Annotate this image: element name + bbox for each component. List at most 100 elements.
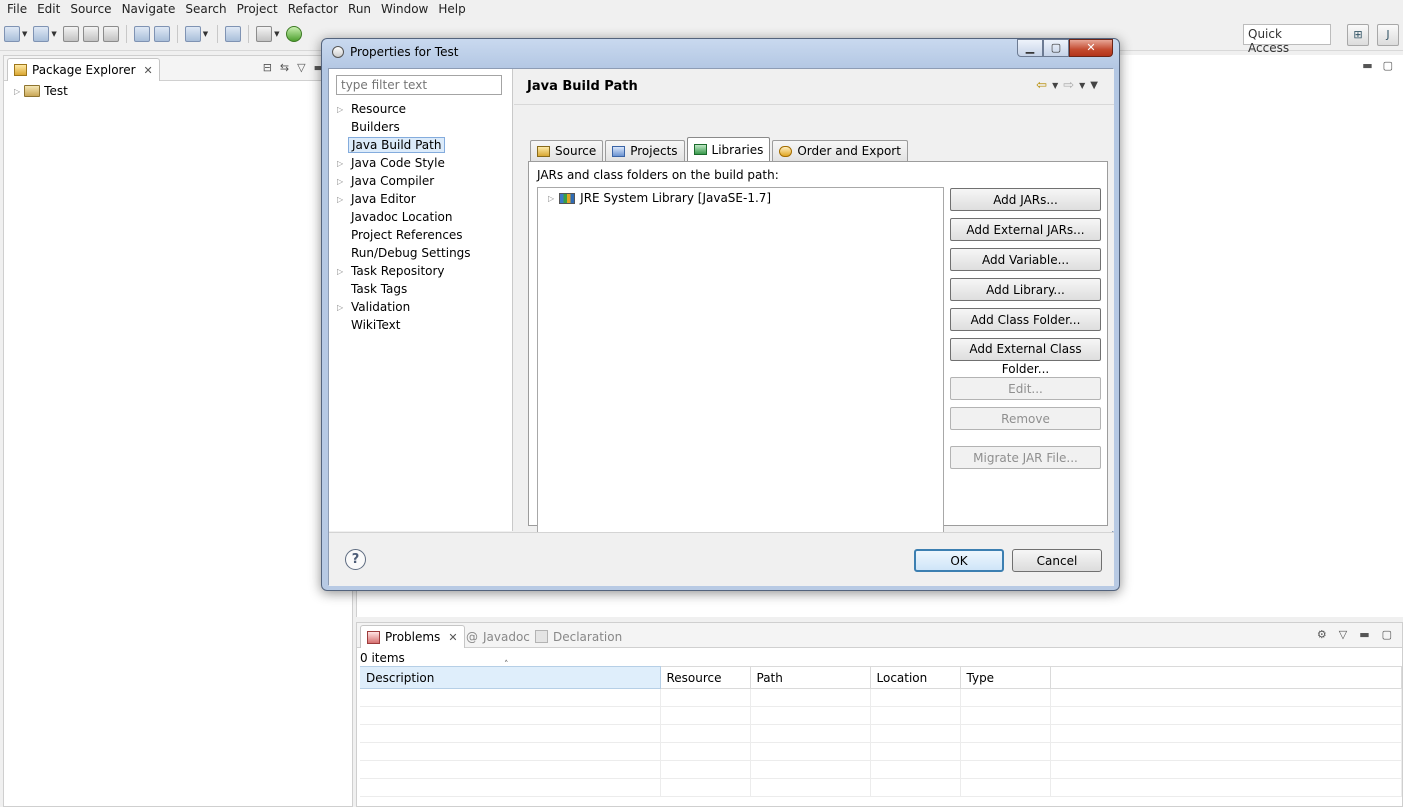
menu-help[interactable]: Help bbox=[433, 2, 470, 16]
menu-file[interactable]: File bbox=[2, 2, 32, 16]
menu-refactor[interactable]: Refactor bbox=[283, 2, 343, 16]
category-item-java-build-path[interactable]: Java Build Path bbox=[337, 136, 471, 154]
expand-icon[interactable]: ▷ bbox=[14, 87, 20, 96]
chevron-down-icon[interactable]: ▽ bbox=[297, 61, 305, 74]
menu-source[interactable]: Source bbox=[65, 2, 116, 16]
expand-icon[interactable]: ▷ bbox=[337, 195, 351, 204]
task-check-icon[interactable] bbox=[184, 26, 201, 42]
maximize-button[interactable]: ▢ bbox=[1043, 39, 1069, 57]
minimize-button[interactable]: ▁ bbox=[1017, 39, 1043, 57]
chevron-down-icon[interactable]: ▼ bbox=[51, 30, 56, 38]
tab-source[interactable]: Source bbox=[530, 140, 604, 161]
menu-run[interactable]: Run bbox=[343, 2, 376, 16]
debug-icon[interactable] bbox=[256, 26, 273, 42]
column-description[interactable]: Description bbox=[360, 661, 661, 689]
remove-button[interactable]: Remove bbox=[950, 407, 1101, 430]
chevron-down-icon[interactable]: ▼ bbox=[1052, 81, 1058, 90]
maximize-icon[interactable]: ▢ bbox=[1383, 59, 1393, 72]
java-perspective-icon[interactable]: J bbox=[1377, 24, 1399, 46]
maximize-icon[interactable]: ▢ bbox=[1382, 628, 1392, 641]
back-arrow-icon[interactable]: ⇦ bbox=[1036, 78, 1047, 93]
menu-project[interactable]: Project bbox=[232, 2, 283, 16]
add-library-button[interactable]: Add Library... bbox=[950, 278, 1101, 301]
new-icon[interactable] bbox=[4, 26, 20, 42]
column-type[interactable]: Type bbox=[960, 666, 1051, 689]
import-icon[interactable] bbox=[133, 26, 150, 42]
tab-declaration[interactable]: Declaration bbox=[529, 625, 628, 648]
link-with-editor-icon[interactable]: ⇆ bbox=[280, 61, 289, 74]
view-menu-icon[interactable]: ▼ bbox=[1090, 80, 1098, 91]
tab-libraries[interactable]: Libraries bbox=[686, 137, 771, 161]
expand-icon[interactable]: ▷ bbox=[337, 267, 351, 276]
print-icon[interactable] bbox=[102, 26, 119, 42]
run-icon[interactable] bbox=[285, 26, 302, 42]
project-tree-item[interactable]: ▷ Test bbox=[14, 84, 68, 98]
tab-order-and-export[interactable]: Order and Export bbox=[772, 140, 908, 161]
category-item-task-repository[interactable]: ▷ Task Repository bbox=[337, 262, 471, 280]
tab-problems[interactable]: Problems ✕ bbox=[360, 625, 465, 648]
add-variable-button[interactable]: Add Variable... bbox=[950, 248, 1101, 271]
close-icon[interactable]: ✕ bbox=[144, 64, 153, 77]
minimize-icon[interactable]: ▬ bbox=[1362, 59, 1372, 72]
add-class-folder-button[interactable]: Add Class Folder... bbox=[950, 308, 1101, 331]
category-item-java-compiler[interactable]: ▷ Java Compiler bbox=[337, 172, 471, 190]
library-entry[interactable]: ▷ JRE System Library [JavaSE-1.7] bbox=[548, 191, 771, 205]
new-package-icon[interactable] bbox=[33, 26, 50, 42]
category-item-builders[interactable]: Builders bbox=[337, 118, 471, 136]
add-external-class-folder-button[interactable]: Add External Class Folder... bbox=[950, 338, 1101, 376]
expand-icon[interactable]: ▷ bbox=[337, 105, 351, 114]
add-jars-button[interactable]: Add JARs... bbox=[950, 188, 1101, 211]
migrate-jar-button[interactable]: Migrate JAR File... bbox=[950, 446, 1101, 469]
cancel-button[interactable]: Cancel bbox=[1012, 549, 1102, 572]
category-item-java-code-style[interactable]: ▷ Java Code Style bbox=[337, 154, 471, 172]
quick-access-input[interactable]: Quick Access bbox=[1243, 24, 1331, 55]
expand-icon[interactable]: ▷ bbox=[337, 159, 351, 168]
category-item-wikitext[interactable]: WikiText bbox=[337, 316, 471, 334]
menu-edit[interactable]: Edit bbox=[32, 2, 65, 16]
category-item-resource[interactable]: ▷ Resource bbox=[337, 100, 471, 118]
chevron-down-icon[interactable]: ▼ bbox=[22, 30, 27, 38]
edit-button[interactable]: Edit... bbox=[950, 377, 1101, 400]
category-label: Java Compiler bbox=[351, 174, 435, 188]
column-resource[interactable]: Resource bbox=[660, 666, 751, 689]
category-item-task-tags[interactable]: Task Tags bbox=[337, 280, 471, 298]
libraries-tree[interactable]: ▷ JRE System Library [JavaSE-1.7] bbox=[537, 187, 944, 545]
forward-arrow-icon[interactable]: ⇨ bbox=[1063, 78, 1074, 93]
close-icon[interactable]: ✕ bbox=[448, 631, 457, 644]
filter-input[interactable] bbox=[336, 75, 502, 95]
filter-icon[interactable]: ⚙ bbox=[1317, 628, 1327, 641]
close-button[interactable]: ✕ bbox=[1069, 39, 1113, 57]
chevron-down-icon[interactable]: ▼ bbox=[1079, 81, 1085, 90]
save-icon[interactable] bbox=[62, 26, 79, 42]
collapse-all-icon[interactable]: ⊟ bbox=[263, 61, 272, 74]
menu-search[interactable]: Search bbox=[180, 2, 231, 16]
column-location[interactable]: Location bbox=[870, 666, 961, 689]
expand-icon[interactable]: ▷ bbox=[337, 177, 351, 186]
expand-icon[interactable]: ▷ bbox=[337, 303, 351, 312]
category-label: Validation bbox=[351, 300, 411, 314]
minimize-icon[interactable]: ▬ bbox=[1359, 628, 1369, 641]
ok-button[interactable]: OK bbox=[914, 549, 1004, 572]
add-external-jars-button[interactable]: Add External JARs... bbox=[950, 218, 1101, 241]
category-item-validation[interactable]: ▷ Validation bbox=[337, 298, 471, 316]
menu-navigate[interactable]: Navigate bbox=[117, 2, 181, 16]
chevron-down-icon[interactable]: ▼ bbox=[203, 30, 208, 38]
column-path[interactable]: Path bbox=[750, 666, 871, 689]
category-item-project-references[interactable]: Project References bbox=[337, 226, 471, 244]
save-all-icon[interactable] bbox=[82, 26, 99, 42]
expand-icon[interactable]: ▷ bbox=[548, 194, 554, 203]
chevron-down-icon[interactable]: ▼ bbox=[274, 30, 279, 38]
category-item-run-debug-settings[interactable]: Run/Debug Settings bbox=[337, 244, 471, 262]
open-perspective-icon[interactable]: ⊞ bbox=[1347, 24, 1369, 46]
open-type-icon[interactable] bbox=[225, 26, 242, 42]
chevron-down-icon[interactable]: ▽ bbox=[1339, 628, 1347, 641]
server-icon[interactable] bbox=[153, 26, 170, 42]
tab-projects[interactable]: Projects bbox=[605, 140, 685, 161]
dialog-titlebar[interactable]: Properties for Test bbox=[332, 45, 458, 59]
tab-package-explorer[interactable]: Package Explorer ✕ bbox=[7, 58, 160, 81]
category-item-java-editor[interactable]: ▷ Java Editor bbox=[337, 190, 471, 208]
menu-window[interactable]: Window bbox=[376, 2, 433, 16]
tab-javadoc[interactable]: @ Javadoc bbox=[460, 625, 536, 648]
help-button[interactable]: ? bbox=[345, 549, 366, 570]
category-item-javadoc-location[interactable]: Javadoc Location bbox=[337, 208, 471, 226]
